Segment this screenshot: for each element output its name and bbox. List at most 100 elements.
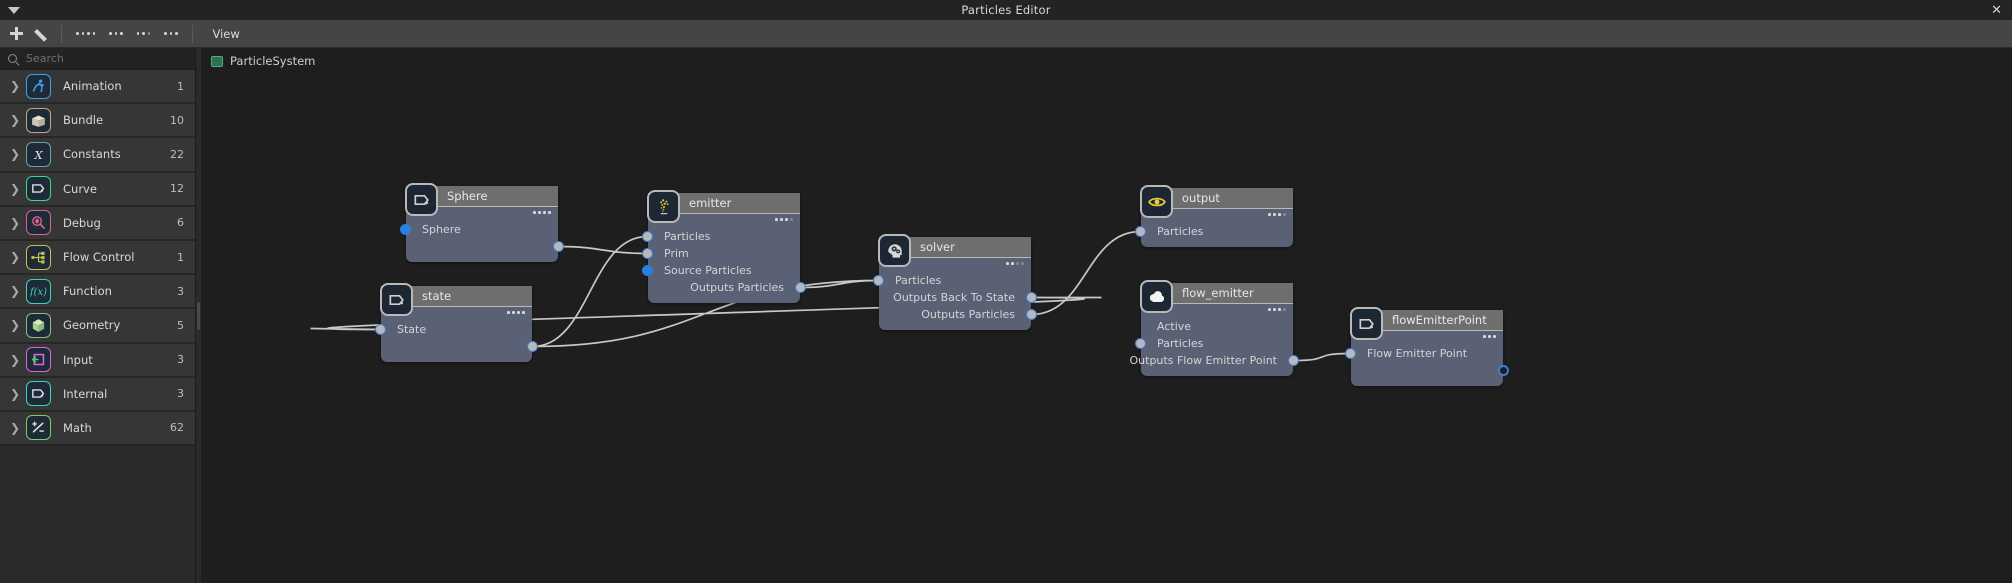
port-label: Source Particles xyxy=(664,264,752,277)
edit-button[interactable] xyxy=(32,23,54,45)
input-port[interactable]: State xyxy=(375,321,532,338)
align-tool-3[interactable] xyxy=(136,32,150,35)
sidebar-item-internal[interactable]: ❯ Internal 3 xyxy=(0,377,195,412)
port-dot-input[interactable] xyxy=(1135,338,1146,349)
node-status-dots xyxy=(1006,262,1024,265)
sidebar-item-debug[interactable]: ❯ Debug 6 xyxy=(0,206,195,241)
output-port[interactable]: Outputs Back To State xyxy=(879,289,1037,306)
input-port[interactable]: Active xyxy=(1141,318,1293,335)
node-body: Active Particles Outputs Flow Emitter Po… xyxy=(1130,304,1299,376)
graph-node-solver[interactable]: solver Particles Outputs Back To State O… xyxy=(873,234,1037,330)
port-dot-input[interactable] xyxy=(400,224,411,235)
node-status-dots xyxy=(533,211,551,214)
port-dot-output[interactable] xyxy=(1026,309,1037,320)
expand-chevron-icon[interactable]: ❯ xyxy=(10,285,26,297)
port-dot-output[interactable] xyxy=(1026,292,1037,303)
add-node-button[interactable] xyxy=(5,23,27,45)
input-port[interactable]: Sphere xyxy=(400,221,558,238)
output-port[interactable]: Outputs Particles xyxy=(879,306,1037,323)
search-bar[interactable] xyxy=(0,48,195,70)
sidebar-item-animation[interactable]: ❯ Animation 1 xyxy=(0,70,195,105)
port-dot-output[interactable] xyxy=(553,241,564,252)
node-graph-canvas[interactable]: ParticleSystem Sphere Sphere state State xyxy=(201,48,2012,583)
sidebar-item-label: Constants xyxy=(63,147,121,162)
expand-chevron-icon[interactable]: ❯ xyxy=(10,183,26,195)
port-dot-input[interactable] xyxy=(375,324,386,335)
expand-chevron-icon[interactable]: ❯ xyxy=(10,251,26,263)
expand-chevron-icon[interactable]: ❯ xyxy=(10,354,26,366)
output-port[interactable] xyxy=(381,338,538,355)
breadcrumb[interactable]: ParticleSystem xyxy=(211,54,315,68)
sidebar-item-geometry[interactable]: ❯ Geometry 5 xyxy=(0,309,195,344)
expand-chevron-icon[interactable]: ❯ xyxy=(10,80,26,92)
node-header[interactable]: flow_emitter xyxy=(1140,280,1293,313)
input-port[interactable]: Particles xyxy=(873,272,1031,289)
sidebar-item-count: 1 xyxy=(177,79,184,93)
output-port[interactable] xyxy=(1351,362,1509,379)
sidebar-item-label: Input xyxy=(63,352,93,367)
port-dot-input[interactable] xyxy=(642,248,653,259)
graph-node-flow_emitter[interactable]: flow_emitter Active Particles Outputs Fl… xyxy=(1130,280,1299,376)
expand-chevron-icon[interactable]: ❯ xyxy=(10,217,26,229)
view-menu[interactable]: View xyxy=(206,24,247,44)
expand-chevron-icon[interactable]: ❯ xyxy=(10,148,26,160)
align-tool-4[interactable] xyxy=(164,32,178,35)
output-port[interactable]: Outputs Flow Emitter Point xyxy=(1130,352,1299,369)
node-header[interactable]: emitter xyxy=(647,190,800,223)
cloud-icon xyxy=(1140,280,1173,313)
port-dot-output[interactable] xyxy=(1288,355,1299,366)
graph-node-state[interactable]: state State xyxy=(375,283,538,362)
port-dot-input[interactable] xyxy=(1135,226,1146,237)
output-port[interactable] xyxy=(406,238,564,255)
sidebar-item-flow-control[interactable]: ❯ Flow Control 1 xyxy=(0,240,195,276)
sidebar-item-function[interactable]: ❯ f(x) Function 3 xyxy=(0,275,195,310)
sidebar-item-label: Function xyxy=(63,284,112,299)
input-port[interactable]: Source Particles xyxy=(642,262,800,279)
port-dot-input[interactable] xyxy=(642,231,653,242)
math-icon xyxy=(26,415,51,441)
input-port[interactable]: Prim xyxy=(642,245,800,262)
sidebar-item-count: 5 xyxy=(177,318,184,332)
window-titlebar: Particles Editor ✕ xyxy=(0,0,2012,20)
internal-icon xyxy=(26,381,51,407)
input-port[interactable]: Particles xyxy=(642,228,800,245)
node-header[interactable]: output xyxy=(1140,185,1293,218)
port-dot-output[interactable] xyxy=(795,282,806,293)
graph-node-emitter[interactable]: emitter Particles Prim Source Particles … xyxy=(642,190,806,303)
graph-node-sphere[interactable]: Sphere Sphere xyxy=(400,183,564,262)
node-header[interactable]: state xyxy=(380,283,532,316)
expand-chevron-icon[interactable]: ❯ xyxy=(10,388,26,400)
search-input[interactable] xyxy=(24,51,174,66)
graph-area[interactable]: Sphere Sphere state State emitter Partic… xyxy=(201,48,2012,583)
port-label: State xyxy=(397,323,427,336)
expand-chevron-icon[interactable]: ❯ xyxy=(10,319,26,331)
port-dot-output[interactable] xyxy=(527,341,538,352)
port-dot-input[interactable] xyxy=(873,275,884,286)
sidebar-item-bundle[interactable]: ❯ Bundle 10 xyxy=(0,104,195,139)
expand-chevron-icon[interactable]: ❯ xyxy=(10,422,26,434)
input-port[interactable]: Particles xyxy=(1135,223,1293,240)
sidebar-item-count: 12 xyxy=(170,182,184,196)
sidebar-item-constants[interactable]: ❯ X Constants 22 xyxy=(0,138,195,173)
port-label: Flow Emitter Point xyxy=(1367,347,1468,360)
node-header[interactable]: solver xyxy=(878,234,1031,267)
function-icon: f(x) xyxy=(26,278,51,304)
graph-node-output[interactable]: output Particles xyxy=(1135,185,1293,247)
graph-node-flowEmitterPoint[interactable]: flowEmitterPoint Flow Emitter Point xyxy=(1345,307,1509,386)
port-dot-output[interactable] xyxy=(1498,365,1509,376)
expand-chevron-icon[interactable]: ❯ xyxy=(10,114,26,126)
align-tool-2[interactable] xyxy=(109,32,123,35)
port-dot-input[interactable] xyxy=(642,265,653,276)
input-port[interactable]: Flow Emitter Point xyxy=(1345,345,1503,362)
node-header[interactable]: Sphere xyxy=(405,183,558,216)
output-port[interactable]: Outputs Particles xyxy=(648,279,806,296)
port-label: Outputs Back To State xyxy=(893,291,1015,304)
curve-icon xyxy=(26,176,51,202)
sidebar-item-math[interactable]: ❯ Math 62 xyxy=(0,411,195,447)
input-port[interactable]: Particles xyxy=(1135,335,1293,352)
node-header[interactable]: flowEmitterPoint xyxy=(1350,307,1503,340)
sidebar-item-input[interactable]: ❯ Input 3 xyxy=(0,343,195,378)
align-tool-1[interactable] xyxy=(76,32,95,35)
sidebar-item-curve[interactable]: ❯ Curve 12 xyxy=(0,172,195,207)
port-dot-input[interactable] xyxy=(1345,348,1356,359)
